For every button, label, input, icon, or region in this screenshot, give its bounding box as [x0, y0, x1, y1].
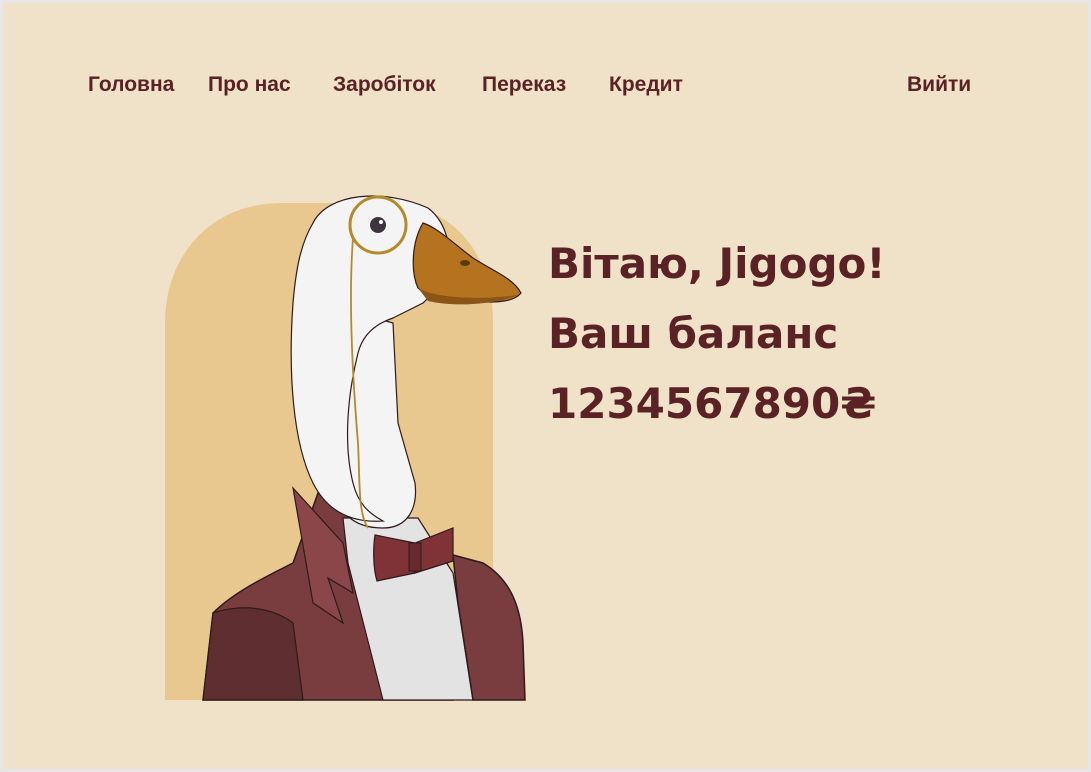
nav-link-earnings[interactable]: Заробіток	[333, 73, 436, 97]
greeting-text: Вітаю, Jigogo!	[548, 239, 886, 288]
nav-link-about[interactable]: Про нас	[208, 73, 291, 97]
page: Головна Про нас Заробіток Переказ Кредит…	[3, 3, 1088, 769]
suit-shoulder	[202, 607, 304, 701]
logout-link[interactable]: Вийти	[907, 73, 971, 97]
nav-link-home[interactable]: Головна	[88, 73, 174, 97]
nav-link-credit[interactable]: Кредит	[609, 73, 683, 97]
balance-value: 1234567890₴	[548, 379, 877, 428]
welcome-panel: Вітаю, Jigogo! Ваш баланс 1234567890₴	[548, 229, 886, 439]
top-nav: Головна Про нас Заробіток Переказ Кредит…	[3, 73, 1088, 105]
nav-link-transfer[interactable]: Переказ	[482, 73, 566, 97]
goose-eye	[370, 217, 386, 233]
goose-in-suit-illustration	[165, 195, 526, 701]
goose-nostril	[460, 260, 470, 266]
balance-label: Ваш баланс	[548, 309, 839, 358]
